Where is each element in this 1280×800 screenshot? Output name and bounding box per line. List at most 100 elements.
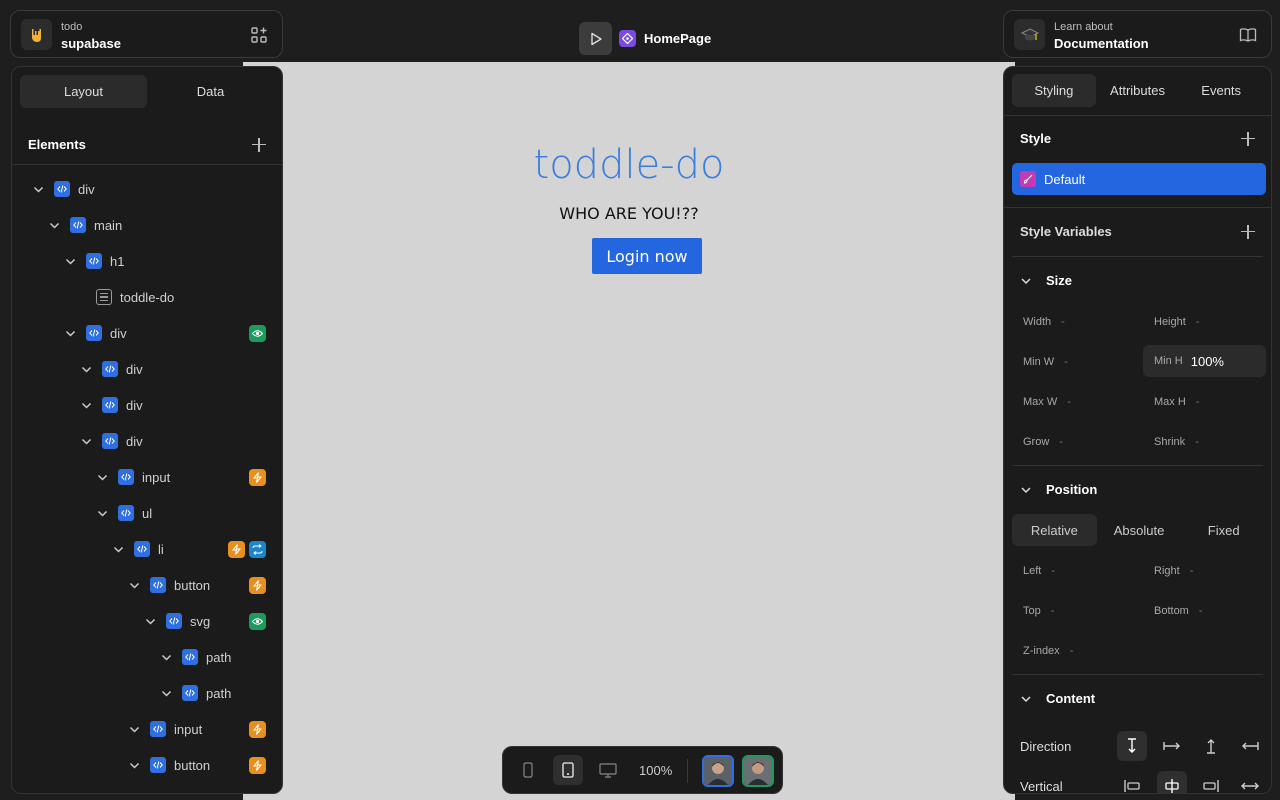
tree-node[interactable]: h1	[64, 251, 282, 271]
align-center-button[interactable]	[1157, 771, 1187, 793]
left-panel: Layout Data Elements div main h1 toddle-do d…	[11, 66, 283, 794]
add-element-icon[interactable]	[252, 137, 266, 152]
chevron-down-icon	[1021, 695, 1031, 702]
tree-node[interactable]: ul	[96, 503, 282, 523]
lightning-icon[interactable]	[249, 468, 266, 486]
add-style-icon[interactable]	[1241, 131, 1255, 146]
tree-node[interactable]: button	[128, 575, 282, 595]
size-section-toggle[interactable]: Size	[1020, 273, 1072, 288]
avatar[interactable]	[742, 755, 774, 787]
content-section-toggle[interactable]: Content	[1020, 691, 1095, 706]
tree-node[interactable]: path	[160, 683, 282, 703]
lightning-icon[interactable]	[249, 756, 266, 774]
repeat-icon[interactable]	[249, 540, 266, 558]
add-widget-icon[interactable]	[250, 26, 268, 44]
tree-node[interactable]: div	[80, 359, 282, 379]
position-relative[interactable]: Relative	[1012, 514, 1097, 546]
chevron-down-icon[interactable]	[32, 183, 44, 195]
max-height-field[interactable]: Max H-	[1154, 396, 1199, 408]
max-width-field[interactable]: Max W-	[1023, 396, 1071, 408]
chevron-down-icon[interactable]	[96, 471, 108, 483]
chevron-down-icon[interactable]	[160, 687, 172, 699]
lightning-icon[interactable]	[249, 720, 266, 738]
eye-icon[interactable]	[249, 612, 266, 630]
chevron-down-icon[interactable]	[96, 507, 108, 519]
project-card[interactable]: todo supabase	[10, 10, 283, 58]
play-button[interactable]	[579, 22, 612, 55]
left-field[interactable]: Left -	[1023, 565, 1055, 577]
tree-node[interactable]: toddle-do	[96, 287, 282, 307]
login-button[interactable]: Login now	[592, 238, 702, 274]
code-icon	[182, 649, 198, 665]
top-field[interactable]: Top -	[1023, 605, 1054, 617]
eye-icon[interactable]	[249, 324, 266, 342]
content-title: Content	[1046, 691, 1096, 706]
zoom-level[interactable]: 100%	[639, 763, 672, 778]
chevron-down-icon[interactable]	[64, 327, 76, 339]
align-end-button[interactable]	[1196, 771, 1226, 793]
shrink-field[interactable]: Shrink -	[1154, 436, 1199, 448]
project-org: todo	[61, 21, 83, 33]
direction-row-button[interactable]	[1157, 731, 1187, 761]
tree-node[interactable]: div	[32, 179, 282, 199]
height-field[interactable]: Height -	[1154, 316, 1199, 328]
chevron-down-icon[interactable]	[112, 543, 124, 555]
chevron-down-icon[interactable]	[80, 435, 92, 447]
page-selector[interactable]: HomePage	[619, 29, 711, 47]
tree-node[interactable]: input	[128, 719, 282, 739]
tree-node[interactable]: li	[112, 539, 282, 559]
chevron-down-icon[interactable]	[144, 615, 156, 627]
tree-node[interactable]: button	[128, 755, 282, 775]
chevron-down-icon[interactable]	[80, 399, 92, 411]
tree-node[interactable]: svg	[144, 611, 282, 631]
tree-node[interactable]: input	[96, 467, 282, 487]
chevron-down-icon[interactable]	[128, 723, 140, 735]
min-width-field[interactable]: Min W-	[1023, 356, 1068, 368]
add-style-variable-icon[interactable]	[1241, 224, 1255, 239]
chevron-down-icon[interactable]	[128, 759, 140, 771]
avatar[interactable]	[702, 755, 734, 787]
chevron-down-icon[interactable]	[48, 219, 60, 231]
align-start-button[interactable]	[1117, 771, 1147, 793]
desktop-view-button[interactable]	[593, 755, 623, 785]
tree-node[interactable]: main	[48, 215, 282, 235]
documentation-card[interactable]: Learn about Documentation	[1003, 10, 1272, 58]
lightning-icon[interactable]	[228, 540, 245, 558]
tree-node[interactable]: div	[80, 395, 282, 415]
direction-column-button[interactable]	[1117, 731, 1147, 761]
z-index-field[interactable]: Z-index -	[1023, 645, 1073, 657]
chevron-down-icon[interactable]	[128, 579, 140, 591]
tree-node[interactable]: path	[160, 647, 282, 667]
right-field[interactable]: Right -	[1154, 565, 1193, 577]
bottom-field[interactable]: Bottom -	[1154, 605, 1203, 617]
tablet-view-button[interactable]	[553, 755, 583, 785]
tree-node-label: div	[78, 181, 95, 197]
min-height-field[interactable]: Min H 100%	[1143, 345, 1266, 377]
direction-column-reverse-button[interactable]	[1196, 731, 1226, 761]
chevron-down-icon[interactable]	[160, 651, 172, 663]
tab-layout[interactable]: Layout	[20, 75, 147, 108]
position-section-toggle[interactable]: Position	[1020, 482, 1097, 497]
direction-row-reverse-button[interactable]	[1235, 731, 1265, 761]
chevron-down-icon[interactable]	[80, 363, 92, 375]
tab-events[interactable]: Events	[1179, 74, 1263, 107]
chevron-down-icon	[1021, 486, 1031, 493]
tree-node-label: ul	[142, 505, 153, 521]
mobile-view-button[interactable]	[513, 755, 543, 785]
grow-field[interactable]: Grow -	[1023, 436, 1063, 448]
lightning-icon[interactable]	[249, 576, 266, 594]
align-stretch-button[interactable]	[1235, 771, 1265, 793]
tree-node-label: li	[158, 541, 164, 557]
style-default-item[interactable]: Default	[1012, 163, 1266, 195]
chevron-down-icon[interactable]	[64, 255, 76, 267]
position-absolute[interactable]: Absolute	[1097, 514, 1182, 546]
tab-styling[interactable]: Styling	[1012, 74, 1096, 107]
width-field[interactable]: Width -	[1023, 316, 1065, 328]
position-fixed[interactable]: Fixed	[1181, 514, 1266, 546]
tree-node[interactable]: div	[64, 323, 282, 343]
align-center-icon	[1165, 779, 1179, 793]
tree-node[interactable]: div	[80, 431, 282, 451]
docs-kicker: Learn about	[1054, 21, 1113, 33]
tab-attributes[interactable]: Attributes	[1096, 74, 1180, 107]
tab-data[interactable]: Data	[147, 75, 274, 108]
